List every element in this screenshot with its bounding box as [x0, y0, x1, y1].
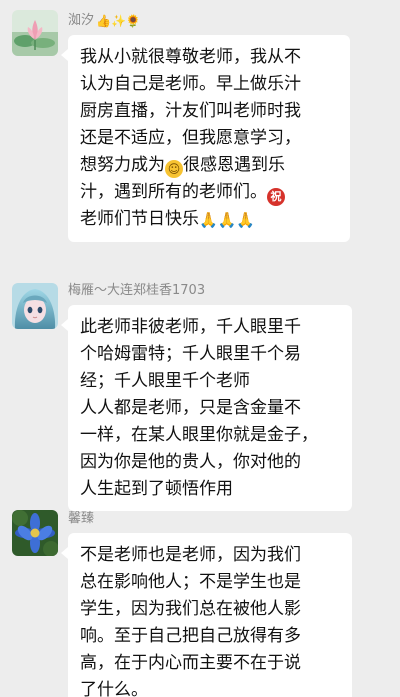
message-line: 不是老师也是老师，因为我们	[80, 545, 301, 565]
message-line: 经；千人眼里千个老师	[80, 371, 250, 391]
message-line: 人人都是老师，只是含金量不	[80, 398, 301, 418]
lotus-avatar-icon-graphic	[12, 10, 58, 56]
sender-name-text: 梅雁～大连郑桂香1703	[68, 283, 206, 298]
message-line: 个哈姆雷特；千人眼里千个易	[80, 344, 301, 364]
message-line: 总在影响他人；不是学生也是	[80, 572, 301, 592]
message-line: 汁，遇到所有的老师们。祝	[80, 179, 340, 206]
anime-girl-avatar-icon-graphic	[12, 283, 58, 329]
message-line: 老师们节日快乐🙏🙏🙏	[80, 206, 340, 234]
message-line: 一样，在某人眼里你就是金子，	[80, 425, 318, 445]
blue-flower-avatar-icon-graphic	[12, 510, 58, 556]
sender-name[interactable]: 馨臻	[68, 511, 94, 527]
message-line: 因为你是他的贵人，你对他的	[80, 452, 301, 472]
message-line: 想努力成为 ☺ 很感恩遇到乐	[80, 152, 340, 179]
message-bubble[interactable]: 我从小就很尊敬老师，我从不 认为自己是老师。早上做乐汁 厨房直播，汁友们叫老师时…	[61, 35, 350, 242]
message-bubble[interactable]: 不是老师也是老师，因为我们 总在影响他人；不是学生也是 学生，因为我们总在被他人…	[61, 533, 352, 697]
sender-name-text: 洳汐	[68, 13, 95, 28]
message-line: 认为自己是老师。早上做乐汁	[80, 74, 301, 94]
zhu-emoji-icon: 祝	[267, 188, 285, 206]
lotus-avatar-icon[interactable]	[12, 10, 58, 56]
message-line-part: 想努力成为	[80, 155, 165, 175]
message-line-part: 汁，遇到所有的老师们。	[80, 182, 267, 202]
smile-emoji-icon: ☺	[165, 160, 183, 178]
message-line: 响。至于自己把自己放得有多	[80, 626, 301, 646]
message-line-part: 很感恩遇到乐	[183, 155, 285, 175]
message-line: 人生起到了顿悟作用	[80, 479, 233, 499]
sender-name-text: 馨臻	[68, 511, 95, 526]
message-line: 高，在于内心而主要不在于说	[80, 653, 301, 673]
sender-name[interactable]: 洳汐 👍✨🌻	[68, 13, 141, 29]
message-line: 学生，因为我们总在被他人影	[80, 599, 301, 619]
pray-emoji-icon: 🙏🙏🙏	[199, 211, 256, 229]
message-line-part: 老师们节日快乐	[80, 209, 199, 229]
message-bubble[interactable]: 此老师非彼老师，千人眼里千 个哈姆雷特；千人眼里千个易 经；千人眼里千个老师 人…	[61, 305, 352, 511]
chat-window: 洳汐 👍✨🌻 我从小就很尊敬老师，我从不 认为自己是老师。早上做乐汁 厨房直播，汁…	[0, 0, 400, 697]
blue-flower-avatar-icon[interactable]	[12, 510, 58, 556]
message-line: 厨房直播，汁友们叫老师时我	[80, 101, 301, 121]
message-line: 了什么。	[80, 680, 148, 697]
sender-emojis: 👍✨🌻	[96, 14, 141, 28]
sender-name[interactable]: 梅雁～大连郑桂香1703	[68, 283, 205, 299]
anime-girl-avatar-icon[interactable]	[12, 283, 58, 329]
message-line: 我从小就很尊敬老师，我从不	[80, 47, 301, 67]
message-line: 还是不适应，但我愿意学习，	[80, 128, 301, 148]
message-line: 此老师非彼老师，千人眼里千	[80, 317, 301, 337]
